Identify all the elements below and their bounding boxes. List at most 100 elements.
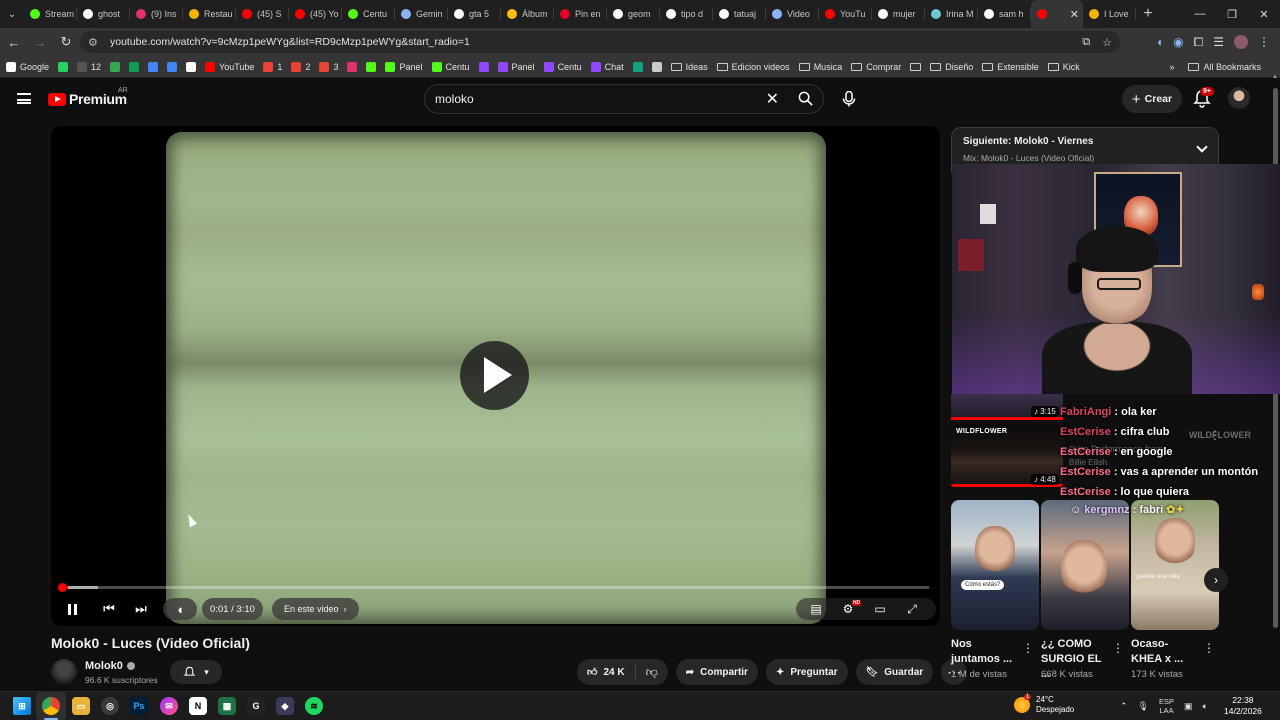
browser-tab[interactable]: (45) S [236,0,289,28]
bookmark-item[interactable] [129,61,140,72]
browser-tab[interactable]: Pin en [554,0,607,28]
microphone-tray-icon[interactable]: 🎙︎ [1138,701,1149,712]
browser-tab[interactable]: Video [766,0,819,28]
close-window-icon[interactable]: ✕ [1248,0,1280,28]
bookmark-folder[interactable]: Extensible [982,62,1039,72]
bookmark-item[interactable]: Google [6,61,49,72]
reload-icon[interactable]: ↻ [54,30,78,54]
bookmark-folder[interactable]: Musica [798,62,842,72]
browser-tab[interactable]: ✕ [1031,0,1083,28]
extension-icon[interactable]: ◖ [1156,35,1163,49]
spotify-icon[interactable]: ≋ [305,697,323,715]
bookmark-item[interactable] [347,61,358,72]
fullscreen-icon[interactable]: ⤢ [902,599,922,619]
bookmark-item[interactable]: Panel [497,61,535,72]
bookmark-folder[interactable]: Comprar [851,62,901,72]
photoshop-icon[interactable]: Ps [130,697,148,715]
scroll-up-icon[interactable]: ▲ [1272,74,1278,80]
bookmarks-chevron-icon[interactable]: » [1169,62,1174,72]
bookmark-item[interactable] [148,61,159,72]
profile-avatar[interactable] [1234,35,1248,49]
browser-tab[interactable]: tatuaj [713,0,766,28]
bookmark-item[interactable]: 12 [77,61,101,72]
browser-tab[interactable]: Álbum [501,0,554,28]
windows-start-icon[interactable]: ⊞ [13,697,31,715]
bookmark-item[interactable] [651,61,662,72]
browser-menu-icon[interactable]: ⋮ [1258,35,1270,49]
bookmark-item[interactable]: Chat [590,61,624,72]
bookmark-item[interactable] [366,61,377,72]
browser-tab[interactable]: mujer [872,0,925,28]
browser-tab[interactable]: gta 5 [448,0,501,28]
back-icon[interactable]: ← [2,30,26,54]
weather-widget[interactable]: 1 24°C Despejado [1014,694,1074,715]
bookmark-item[interactable] [58,61,69,72]
bookmark-item[interactable] [167,61,178,72]
bookmark-item[interactable] [478,61,489,72]
browser-tab[interactable]: Restau [183,0,236,28]
clear-search-icon[interactable]: ✕ [766,89,779,109]
browser-tab[interactable]: I Love [1083,0,1136,28]
chapters-button[interactable]: En este video › [272,598,359,620]
short-thumbnail[interactable]: Cómo estás? [951,500,1039,630]
subtitles-icon[interactable]: ▤ [806,599,826,619]
site-info-icon[interactable]: ⚙ [88,36,100,49]
vpn-extension-icon[interactable]: ◉ [1173,35,1183,49]
dislike-icon[interactable]: 👎︎ [636,665,668,680]
install-app-icon[interactable]: ⧉ [1082,36,1090,49]
bookmark-star-icon[interactable]: ☆ [1102,36,1112,49]
browser-tab[interactable]: tipo d [660,0,713,28]
file-explorer-icon[interactable]: ▭ [72,697,90,715]
bookmark-item[interactable]: YouTube [205,61,254,72]
share-button[interactable]: ➦ Compartir [675,659,758,685]
tray-overflow-icon[interactable]: ⌃ [1120,701,1128,712]
clock[interactable]: 22:38 14/2/2026 [1224,695,1262,717]
reading-list-icon[interactable]: ☰ [1213,35,1224,49]
browser-tab[interactable]: geom [607,0,660,28]
like-button[interactable]: 👍︎ 24 K [577,664,636,680]
bookmark-item[interactable]: 3 [319,61,338,72]
channel-avatar[interactable] [51,659,77,685]
youtube-premium-logo[interactable]: Premium AR [48,87,128,107]
bookmark-item[interactable]: Panel [385,61,423,72]
progress-scrubber[interactable] [58,583,67,592]
settings-gear-icon[interactable]: ⚙ HD [838,599,861,619]
chrome-icon[interactable] [42,697,60,715]
bookmark-item[interactable] [632,61,643,72]
ask-button[interactable]: ✦ Preguntar [765,659,848,685]
restore-icon[interactable]: ❐ [1216,0,1248,28]
bookmark-item[interactable]: Centu [543,61,582,72]
short-menu-icon[interactable]: ⋮ [1022,641,1034,655]
address-bar[interactable]: ⚙ youtube.com/watch?v=9cMzp1peWYg&list=R… [80,31,1120,53]
short-thumbnail[interactable] [1041,500,1129,630]
search-input[interactable]: moloko ✕ [424,84,824,114]
forward-icon[interactable]: → [28,30,52,54]
app-icon[interactable]: ◎ [101,697,119,715]
browser-tab[interactable]: (45) Yo [289,0,342,28]
search-icon[interactable] [798,91,813,106]
hamburger-menu-icon[interactable] [17,93,31,104]
short-title[interactable]: Nos juntamos ... [951,637,1023,667]
puzzle-icon[interactable]: ⧠ [1194,35,1204,50]
network-icon[interactable]: ▣ [1184,701,1193,712]
progress-bar[interactable] [63,586,929,589]
voice-search-button[interactable] [835,85,863,113]
bookmark-folder[interactable]: Ideas [670,62,708,72]
browser-tab[interactable]: Centu [342,0,395,28]
short-menu-icon[interactable]: ⋮ [1112,641,1124,655]
spreadsheet-icon[interactable]: ▦ [218,697,236,715]
browser-tab[interactable]: YouTu [819,0,872,28]
previous-icon[interactable]: ⏮ [99,599,119,619]
subscription-bell-button[interactable]: ▾ [170,660,222,684]
browser-tab[interactable]: (9) Ins [130,0,183,28]
short-thumbnail[interactable]: parece una vela [1131,500,1219,630]
browser-tab[interactable]: Gemin [395,0,448,28]
all-bookmarks-folder[interactable]: All Bookmarks [1188,62,1261,72]
new-tab-button[interactable]: + [1136,5,1160,23]
volume-icon[interactable]: ◖ [163,598,197,620]
browser-tab[interactable]: ghost [77,0,130,28]
next-icon[interactable]: ⏭ [131,599,151,619]
bookmark-item[interactable]: 2 [291,61,310,72]
browser-tab[interactable]: Irina M [925,0,978,28]
pause-button[interactable] [62,599,82,619]
